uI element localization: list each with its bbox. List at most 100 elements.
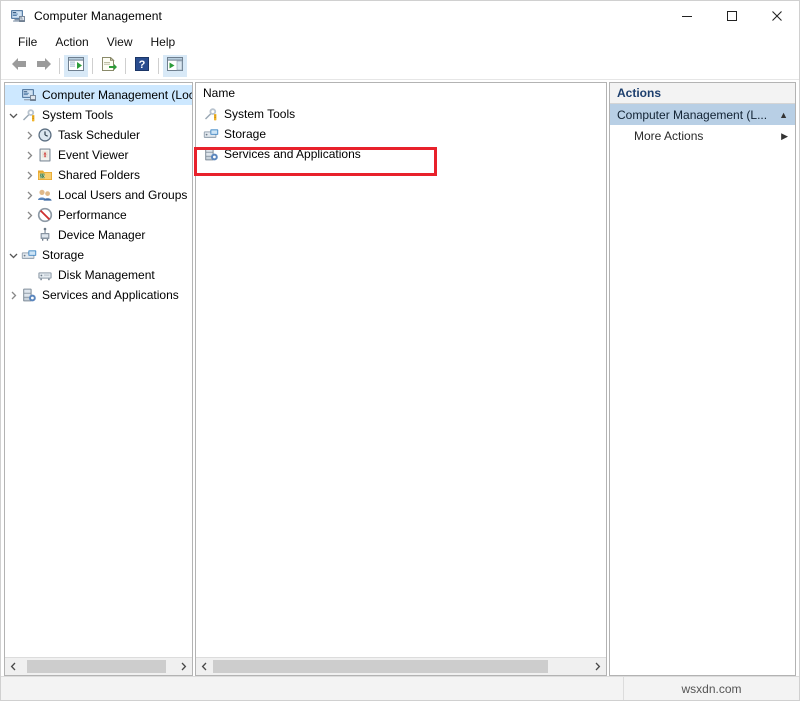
minimize-button[interactable] [664, 1, 709, 31]
tree-item-label: System Tools [42, 108, 113, 122]
help-button[interactable]: ? [130, 55, 154, 77]
twisty-collapsed-icon[interactable] [21, 145, 37, 165]
list-item-label: System Tools [224, 107, 295, 121]
tree-scroll-thumb[interactable] [27, 660, 166, 673]
tree-item-performance[interactable]: Performance [5, 205, 192, 225]
tree-item-system-tools[interactable]: System Tools [5, 105, 192, 125]
window-title: Computer Management [34, 9, 162, 23]
twisty-collapsed-icon[interactable] [21, 205, 37, 225]
tree-item-label: Computer Management (Local [42, 88, 192, 102]
show-hide-tree-button[interactable] [64, 55, 88, 77]
clock-icon [37, 127, 53, 143]
toolbar: ? [1, 53, 799, 80]
tree-item-shared-folders[interactable]: 23 Shared Folders [5, 165, 192, 185]
tree-item-label: Shared Folders [58, 168, 140, 182]
chevron-up-icon[interactable]: ▲ [779, 110, 788, 120]
close-button[interactable] [754, 1, 799, 31]
twisty-collapsed-icon[interactable] [21, 185, 37, 205]
tree-item-disk-management[interactable]: Disk Management [5, 265, 192, 285]
actions-more-actions[interactable]: More Actions ▶ [610, 125, 795, 147]
actions-pane-title: Actions [610, 83, 795, 104]
services-apps-icon [21, 287, 37, 303]
statusbar: wsxdn.com [1, 676, 799, 700]
actions-group-label: Computer Management (L... [617, 108, 779, 122]
chevron-right-icon[interactable]: ▶ [781, 131, 788, 142]
actions-pane: Actions Computer Management (L... ▲ More… [609, 82, 796, 676]
toolbar-separator-2 [92, 58, 93, 74]
column-header-name[interactable]: Name [196, 83, 606, 103]
list-item-storage[interactable]: Storage [196, 124, 606, 144]
column-header-label: Name [203, 86, 235, 100]
menu-help[interactable]: Help [142, 33, 185, 51]
show-hide-action-pane-button[interactable] [163, 55, 187, 77]
twisty-none [5, 85, 21, 105]
status-text [1, 677, 623, 700]
twisty-expanded-icon[interactable] [5, 245, 21, 265]
tree-item-task-scheduler[interactable]: Task Scheduler [5, 125, 192, 145]
console-tree-pane: Computer Management (Local [4, 82, 193, 676]
menu-action[interactable]: Action [46, 33, 97, 51]
list-scroll-track[interactable] [213, 658, 589, 675]
list-scroll-thumb[interactable] [213, 660, 548, 673]
tree-item-label: Storage [42, 248, 84, 262]
computer-icon [21, 87, 37, 103]
tree-item-label: Event Viewer [58, 148, 128, 162]
maximize-button[interactable] [709, 1, 754, 31]
console-tree-icon [68, 57, 84, 76]
forward-arrow-icon [35, 57, 52, 76]
tree-item-computer-management[interactable]: Computer Management (Local [5, 85, 192, 105]
menu-file[interactable]: File [9, 33, 46, 51]
system-tools-icon [203, 106, 219, 122]
result-list-pane: Name [195, 82, 607, 676]
actions-group-header[interactable]: Computer Management (L... ▲ [610, 104, 795, 125]
back-button[interactable] [7, 55, 31, 77]
twisty-collapsed-icon[interactable] [21, 165, 37, 185]
performance-icon [37, 207, 53, 223]
export-list-button[interactable] [97, 55, 121, 77]
twisty-collapsed-icon[interactable] [21, 125, 37, 145]
system-tools-icon [21, 107, 37, 123]
svg-text:?: ? [139, 59, 146, 71]
window-controls [664, 1, 799, 31]
scroll-right-arrow-icon[interactable] [589, 658, 606, 675]
storage-icon [203, 126, 219, 142]
services-apps-icon [203, 146, 219, 162]
menu-view[interactable]: View [98, 33, 142, 51]
tree-item-storage[interactable]: Storage [5, 245, 192, 265]
list-item-label: Services and Applications [224, 147, 361, 161]
titlebar: Computer Management [1, 1, 799, 31]
svg-text:23: 23 [40, 173, 45, 178]
twisty-collapsed-icon[interactable] [5, 285, 21, 305]
tree-horizontal-scrollbar[interactable] [5, 657, 192, 675]
scroll-right-arrow-icon[interactable] [175, 658, 192, 675]
toolbar-separator-1 [59, 58, 60, 74]
tree-item-local-users-and-groups[interactable]: Local Users and Groups [5, 185, 192, 205]
tree-item-label: Services and Applications [42, 288, 179, 302]
tree-scroll-track[interactable] [22, 658, 175, 675]
tree-item-label: Local Users and Groups [58, 188, 187, 202]
tree-item-label: Device Manager [58, 228, 145, 242]
tree-item-event-viewer[interactable]: Event Viewer [5, 145, 192, 165]
main-body: Computer Management (Local [1, 80, 799, 676]
list-horizontal-scrollbar[interactable] [196, 657, 606, 675]
toolbar-separator-4 [158, 58, 159, 74]
twisty-expanded-icon[interactable] [5, 105, 21, 125]
scroll-left-arrow-icon[interactable] [196, 658, 213, 675]
forward-button[interactable] [31, 55, 55, 77]
console-tree: Computer Management (Local [5, 83, 192, 305]
help-question-icon: ? [135, 57, 149, 76]
list-item-system-tools[interactable]: System Tools [196, 104, 606, 124]
back-arrow-icon [11, 57, 28, 76]
list-item-services-and-applications[interactable]: Services and Applications [196, 144, 606, 164]
tree-item-services-and-applications[interactable]: Services and Applications [5, 285, 192, 305]
toolbar-separator-3 [125, 58, 126, 74]
shared-folders-icon: 23 [37, 167, 53, 183]
list-item-label: Storage [224, 127, 266, 141]
tree-item-label: Performance [58, 208, 127, 222]
tree-item-device-manager[interactable]: Device Manager [5, 225, 192, 245]
computer-management-icon [10, 8, 26, 24]
scroll-left-arrow-icon[interactable] [5, 658, 22, 675]
local-users-icon [37, 187, 53, 203]
console-tree-content: Computer Management (Local [5, 83, 192, 657]
device-manager-icon [37, 227, 53, 243]
